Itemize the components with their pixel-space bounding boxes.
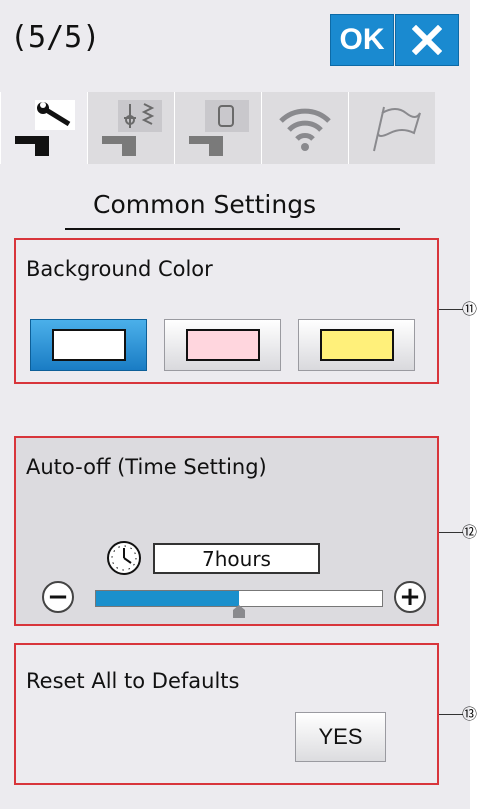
close-button[interactable] (395, 14, 459, 66)
background-pink-button[interactable] (164, 319, 281, 371)
background-color-panel: Background Color (14, 238, 439, 384)
slider-handle[interactable] (231, 604, 247, 620)
settings-tabs (0, 92, 470, 164)
auto-off-time-display: 7hours (153, 543, 320, 574)
slider-fill (96, 591, 239, 606)
tab-wireless-settings[interactable] (261, 92, 348, 164)
title-underline (65, 228, 400, 230)
ok-button[interactable]: OK (330, 14, 394, 66)
section-title: Common Settings (93, 190, 317, 219)
background-color-label: Background Color (26, 257, 213, 281)
close-icon (412, 25, 442, 55)
reset-defaults-panel: Reset All to Defaults YES (14, 643, 439, 785)
callout-number-13: ⑬ (462, 705, 478, 723)
settings-screen: (5/5) OK Common Settings Background Colo… (0, 0, 470, 809)
tab-common-settings[interactable] (0, 92, 87, 164)
pink-swatch (185, 329, 260, 361)
sewing-stitch-icon (102, 100, 162, 156)
background-yellow-button[interactable] (298, 319, 415, 371)
tab-sewing-settings[interactable] (87, 92, 174, 164)
reset-yes-button[interactable]: YES (295, 712, 386, 762)
callout-line-13 (439, 714, 463, 715)
callout-number-11: ⑪ (462, 300, 478, 318)
decrease-button[interactable]: − (42, 581, 74, 613)
auto-off-panel: Auto-off (Time Setting) 7hours − + (14, 436, 439, 626)
tab-language-settings[interactable] (348, 92, 435, 164)
white-swatch (51, 329, 126, 361)
background-white-button[interactable] (30, 319, 147, 371)
tab-embroidery-settings[interactable] (174, 92, 261, 164)
yellow-swatch (319, 329, 394, 361)
page-indicator: (5/5) (10, 20, 101, 55)
callout-line-12 (439, 532, 463, 533)
increase-button[interactable]: + (394, 581, 426, 613)
reset-label: Reset All to Defaults (26, 669, 240, 693)
top-bar: (5/5) OK (0, 0, 470, 70)
clock-icon (107, 541, 141, 575)
callout-number-12: ⑫ (462, 523, 478, 541)
wifi-icon (279, 108, 331, 151)
auto-off-label: Auto-off (Time Setting) (26, 455, 267, 479)
flag-icon (373, 106, 421, 152)
embroidery-hoop-icon (189, 100, 249, 156)
wrench-machine-icon (15, 100, 75, 156)
callout-line-11 (439, 309, 463, 310)
